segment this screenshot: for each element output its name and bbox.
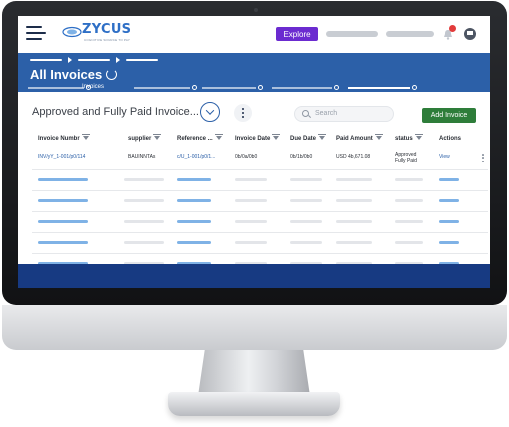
logo-tagline: COGNITIVE SOURCE TO PAY	[84, 38, 131, 42]
column-header-actions: Actions	[439, 136, 462, 142]
filter-icon[interactable]	[374, 134, 383, 141]
breadcrumb-item[interactable]	[30, 59, 62, 61]
camera-dot	[254, 8, 258, 12]
breadcrumb-item[interactable]	[126, 59, 158, 61]
cell-supplier: BAUINNTAs	[128, 154, 156, 160]
filter-icon[interactable]	[153, 134, 162, 141]
monitor-stand-foot	[168, 392, 340, 416]
cell-invoice-number[interactable]: INV/yY_1-001/p0/114	[38, 154, 85, 160]
more-options-icon[interactable]	[234, 104, 252, 122]
page-title: All Invoices	[30, 67, 103, 82]
view-link[interactable]: View	[439, 154, 450, 160]
table-row-placeholder	[32, 190, 488, 211]
search-placeholder: Search	[315, 110, 338, 117]
column-header-invoice-date[interactable]: Invoice Date	[235, 134, 281, 142]
breadcrumb-item[interactable]	[78, 59, 110, 61]
filter-icon[interactable]	[272, 134, 281, 141]
column-header-paid-amount[interactable]: Paid Amount	[336, 134, 383, 142]
cell-reference[interactable]: c/U_1-001/p0/1...	[177, 154, 215, 160]
add-invoice-button[interactable]: Add Invoice	[422, 108, 476, 123]
subtab-5[interactable]	[348, 85, 418, 91]
breadcrumb-arrow-icon	[68, 57, 72, 63]
monitor-mockup: ZYCUS COGNITIVE SOURCE TO PAY Explore Al…	[0, 0, 509, 427]
app-screen: ZYCUS COGNITIVE SOURCE TO PAY Explore Al…	[18, 16, 490, 288]
top-bar: ZYCUS COGNITIVE SOURCE TO PAY Explore	[18, 16, 490, 53]
table-header: Invoice Numbr supplier Reference ... Inv…	[32, 132, 488, 148]
breadcrumb	[30, 57, 158, 63]
subtab-invoices-label[interactable]: Invoices	[82, 84, 104, 90]
explore-button[interactable]: Explore	[276, 27, 318, 41]
table-row-placeholder	[32, 232, 488, 253]
table-row-placeholder	[32, 169, 488, 190]
subtab-3[interactable]	[202, 85, 264, 91]
search-input[interactable]: Search	[294, 106, 394, 122]
cell-status: Approved Fully Paid	[395, 152, 417, 164]
page-header: All Invoices Invoices	[18, 53, 490, 92]
column-header-supplier[interactable]: supplier	[128, 134, 162, 142]
logo-text: ZYCUS	[82, 22, 132, 37]
footer-bar	[18, 264, 490, 288]
table-row-placeholder	[32, 211, 488, 232]
monitor-chin	[2, 305, 507, 350]
column-header-invoice-number[interactable]: Invoice Numbr	[38, 134, 90, 142]
list-view-title: Approved and Fully Paid Invoice...	[32, 106, 199, 118]
status-line-2: Fully Paid	[395, 158, 417, 164]
column-header-due-date[interactable]: Due Date	[290, 134, 327, 142]
user-menu-icon[interactable]	[464, 28, 476, 40]
list-toolbar: Approved and Fully Paid Invoice... Searc…	[18, 92, 490, 128]
cell-due-date: 0b/1b/0b0	[290, 154, 313, 160]
breadcrumb-arrow-icon	[116, 57, 120, 63]
monitor-stand-neck	[198, 350, 310, 396]
search-icon	[302, 110, 309, 117]
hamburger-menu-icon[interactable]	[26, 26, 46, 40]
notification-badge	[449, 25, 456, 32]
filter-icon[interactable]	[214, 134, 223, 141]
chevron-down-icon	[205, 106, 215, 115]
column-header-status[interactable]: status	[395, 134, 423, 142]
subtab-4[interactable]	[272, 85, 342, 91]
refresh-icon[interactable]	[106, 69, 117, 80]
cell-invoice-date: 0b/0a/0b0	[235, 154, 258, 160]
view-dropdown-button[interactable]	[200, 102, 220, 122]
column-header-reference[interactable]: Reference ...	[177, 134, 223, 142]
table-row[interactable]: INV/yY_1-001/p0/114 BAUINNTAs c/U_1-001/…	[32, 148, 488, 169]
filter-icon[interactable]	[318, 134, 327, 141]
filter-icon[interactable]	[81, 134, 90, 141]
filter-icon[interactable]	[414, 134, 423, 141]
subtab-invoices[interactable]	[106, 85, 198, 91]
topbar-placeholder-1	[326, 31, 378, 37]
topbar-placeholder-2	[386, 31, 434, 37]
row-more-icon[interactable]	[482, 154, 484, 162]
zycus-logo-icon	[62, 26, 82, 38]
cell-paid-amount: USD 4b,671.08	[336, 154, 371, 160]
